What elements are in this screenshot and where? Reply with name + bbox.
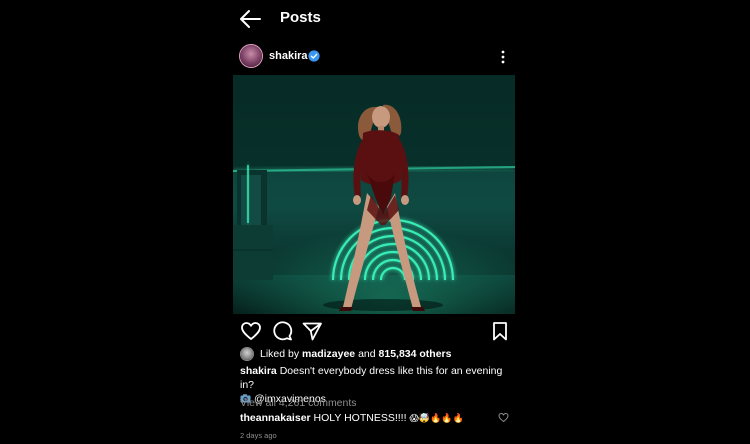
post-actions (233, 318, 515, 344)
commenter-username[interactable]: theannakaiser (240, 412, 311, 424)
comment-text: HOLY HOTNESS!!!! (313, 412, 410, 424)
post-timestamp: 2 days ago (240, 431, 277, 440)
view-all-comments-link[interactable]: View all 4,261 comments (240, 397, 357, 409)
liker-username[interactable]: madizayee (302, 348, 355, 360)
likes-count[interactable]: 815,834 others (379, 348, 452, 360)
likes-prefix: Liked by (260, 348, 303, 360)
comment-icon[interactable] (271, 320, 293, 342)
comment-preview: theannakaiser HOLY HOTNESS!!!! 😱🤯🔥🔥🔥 (240, 412, 515, 424)
post-photo[interactable] (233, 75, 515, 314)
verified-badge-icon (308, 49, 320, 62)
post-username[interactable]: shakira (269, 50, 308, 62)
comment-like-heart-icon[interactable] (498, 412, 509, 423)
avatar[interactable] (240, 45, 262, 67)
page-title: Posts (280, 9, 321, 26)
arrow-left-icon[interactable] (239, 9, 261, 29)
top-bar: Posts (233, 0, 515, 38)
kebab-menu-icon[interactable] (497, 48, 509, 66)
caption-username[interactable]: shakira (240, 365, 277, 377)
bookmark-icon[interactable] (489, 320, 511, 342)
likes-and: and (355, 348, 379, 360)
photo-illustration (233, 75, 515, 314)
likes-summary: Liked by madizayee and 815,834 others (233, 346, 515, 362)
caption-text: Doesn't everybody dress like this for an… (240, 365, 503, 391)
comment-emojis: 😱🤯🔥🔥🔥 (409, 414, 464, 424)
share-icon[interactable] (301, 320, 323, 342)
heart-icon[interactable] (240, 320, 262, 342)
post-header: shakira (233, 42, 515, 72)
liker-avatar[interactable] (241, 348, 253, 360)
likes-text[interactable]: Liked by madizayee and 815,834 others (260, 348, 451, 360)
